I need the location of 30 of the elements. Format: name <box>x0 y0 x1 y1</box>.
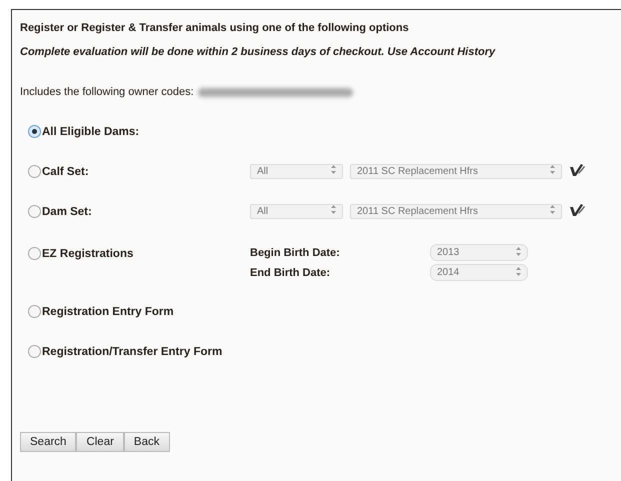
form-button[interactable]: Back <box>124 432 170 452</box>
dropdown[interactable]: All <box>250 164 343 178</box>
note-text: Complete evaluation will be done within 2 business days of checkout. Use Account History <box>20 45 496 60</box>
option-label: All Eligible Dams: <box>42 126 140 138</box>
radio-button[interactable] <box>28 305 41 318</box>
checklist-pencil-icon[interactable] <box>569 203 585 219</box>
dropdown[interactable]: 2013 <box>430 244 528 261</box>
option-label: Registration Entry Form <box>42 306 174 318</box>
dropdown[interactable]: 2014 <box>430 264 528 281</box>
instruction-text: Register or Register & Transfer animals using one of the following options <box>20 22 410 36</box>
option-label: Registration/Transfer Entry Form <box>42 346 222 358</box>
radio-button[interactable] <box>28 205 41 218</box>
option-label: Dam Set: <box>42 206 92 218</box>
date-label: Begin Birth Date: <box>250 246 341 258</box>
option-label: EZ Registrations <box>42 248 134 260</box>
dropdown[interactable]: 2011 SC Replacement Hfrs <box>350 204 562 218</box>
form-button[interactable]: Clear <box>76 432 124 452</box>
radio-button[interactable] <box>28 165 41 178</box>
updown-arrows-icon <box>516 266 521 278</box>
dropdown[interactable]: 2011 SC Replacement Hfrs <box>350 164 562 178</box>
option-label: Calf Set: <box>42 166 89 178</box>
owner-codes-label: Includes the following owner codes: <box>20 86 194 98</box>
dropdown[interactable]: All <box>250 204 343 218</box>
updown-arrows-icon <box>516 246 521 258</box>
form-button[interactable]: Search <box>20 432 76 452</box>
radio-button[interactable] <box>28 247 41 260</box>
checklist-pencil-icon[interactable] <box>569 163 585 179</box>
radio-button[interactable] <box>28 345 41 358</box>
date-label: End Birth Date: <box>250 266 332 278</box>
radio-button[interactable] <box>28 125 41 138</box>
